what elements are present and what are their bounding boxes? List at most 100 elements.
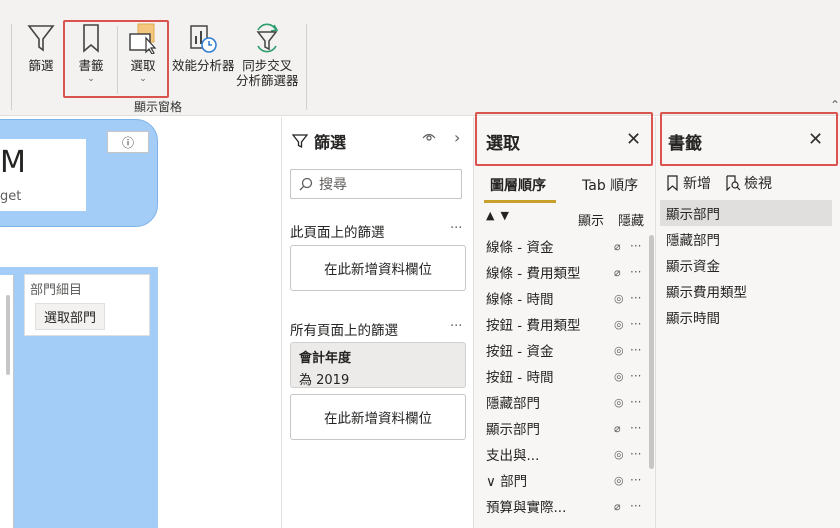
eye-icon[interactable]: ◎ [614, 292, 624, 305]
kpi-value: M [0, 145, 26, 180]
eye-icon[interactable]: ◎ [614, 318, 624, 331]
more-options-icon[interactable]: ··· [630, 473, 641, 487]
eye-icon[interactable]: ◎ [614, 474, 624, 487]
hide-all-button[interactable]: 隱藏 [618, 210, 644, 229]
list-item[interactable]: 線條 - 費用類型 ⌀ ··· [474, 259, 648, 285]
fiscal-year-filter-card[interactable]: 會計年度 為 2019 [290, 342, 466, 388]
select-department-button[interactable]: 選取部門 [35, 303, 106, 330]
info-icon: ⓘ [121, 135, 134, 150]
add-bookmark-button[interactable]: 新增 [666, 173, 711, 193]
chevron-down-icon: ⌄ [87, 74, 95, 84]
selection-pane-label: 選取 [130, 58, 156, 73]
tab-layer-order[interactable]: 圖層順序 [490, 175, 546, 195]
more-options-icon[interactable]: ··· [630, 499, 641, 513]
sync-slicers-icon [256, 23, 279, 53]
item-label: 按鈕 - 時間 [486, 370, 554, 386]
bookmark-item[interactable]: 顯示費用類型 [660, 278, 832, 304]
list-item[interactable]: 顯示部門 ⌀ ··· [474, 415, 648, 441]
item-label: 支出與... [486, 448, 540, 464]
item-label: 線條 - 資金 [486, 240, 554, 256]
more-options-icon[interactable]: ··· [630, 369, 641, 383]
filter-search-input[interactable]: 搜尋 [290, 169, 462, 199]
list-item[interactable]: 隱藏部門 ◎ ··· [474, 389, 648, 415]
slicer-title: 部門細目 [30, 283, 83, 298]
list-item[interactable]: 預算與實際... ⌀ ··· [474, 493, 648, 519]
tab-tab-order[interactable]: Tab 順序 [582, 175, 638, 195]
eye-icon[interactable] [422, 131, 436, 146]
bookmark-pane-button[interactable]: 書籤 ⌄ [76, 22, 106, 84]
bookmark-item[interactable]: 顯示資金 [660, 252, 832, 278]
item-label: 顯示部門 [486, 422, 540, 438]
eye-slash-icon[interactable]: ⌀ [614, 266, 621, 279]
selection-icon [129, 23, 157, 54]
report-canvas: M get ⓘ 部門細目 選取部門 [0, 117, 282, 528]
close-icon[interactable]: ✕ [808, 129, 823, 150]
scrollbar[interactable] [6, 295, 10, 375]
collapse-ribbon-icon[interactable]: ⌃ [830, 98, 840, 112]
eye-icon[interactable]: ◎ [614, 448, 624, 461]
list-item[interactable]: 線條 - 時間 ◎ ··· [474, 285, 648, 311]
more-options-icon[interactable]: ··· [630, 421, 641, 435]
performance-analyzer-label: 效能分析器 [172, 58, 235, 73]
show-all-button[interactable]: 顯示 [578, 210, 604, 229]
selection-pane-title: 選取 [486, 134, 520, 154]
eye-slash-icon[interactable]: ⌀ [614, 240, 621, 253]
info-button[interactable]: ⓘ [107, 131, 149, 153]
list-item[interactable]: ∨ 部門 ◎ ··· [474, 467, 648, 493]
eye-slash-icon[interactable]: ⌀ [614, 422, 621, 435]
selection-pane-button[interactable]: 選取 ⌄ [126, 22, 160, 84]
scrollbar[interactable] [649, 235, 654, 469]
list-item[interactable]: 按鈕 - 費用類型 ◎ ··· [474, 311, 648, 337]
add-field-all-pages[interactable]: 在此新增資料欄位 [290, 394, 466, 440]
item-label: 按鈕 - 資金 [486, 344, 554, 360]
ribbon: 篩選 書籤 ⌄ 選取 ⌄ 效能分析器 同步交叉 分析篩選器 顯示窗格 ⌃ [0, 0, 840, 116]
eye-icon[interactable]: ◎ [614, 396, 624, 409]
performance-analyzer-button[interactable]: 效能分析器 [172, 22, 235, 73]
list-item[interactable]: 支出與... ◎ ··· [474, 441, 648, 467]
more-options-icon[interactable]: ··· [630, 447, 641, 461]
sync-slicers-button[interactable]: 同步交叉 分析篩選器 [236, 22, 299, 88]
ribbon-separator [11, 24, 12, 110]
bookmark-item[interactable]: 顯示部門 [660, 200, 832, 226]
bookmark-pane-label: 書籤 [78, 58, 104, 73]
more-options-icon[interactable]: ··· [630, 343, 641, 357]
eye-slash-icon[interactable]: ⌀ [614, 500, 621, 513]
filter-pane-button[interactable]: 篩選 [26, 22, 56, 73]
add-field-this-page[interactable]: 在此新增資料欄位 [290, 245, 466, 291]
eye-icon[interactable]: ◎ [614, 344, 624, 357]
more-options-icon[interactable]: ··· [630, 291, 641, 305]
more-options-icon[interactable]: ··· [450, 319, 462, 334]
close-icon[interactable]: ✕ [626, 129, 641, 150]
bookmark-pane-title: 書籤 [668, 134, 702, 154]
button-divider [117, 26, 118, 94]
item-label: ∨ 部門 [486, 474, 528, 490]
more-options-icon[interactable]: ··· [630, 317, 641, 331]
kpi-label: get [0, 189, 22, 204]
filter-pane: 篩選 › 搜尋 此頁面上的篩選 ··· 在此新增資料欄位 所有頁面上的篩選 ··… [282, 117, 474, 528]
search-icon [299, 177, 313, 191]
bookmark-pane: 書籤 ✕ 新增 檢視 顯示部門 隱藏部門 顯示資金 顯示費用類型 顯示時間 [656, 117, 840, 528]
filter-pane-header: 篩選 [292, 129, 346, 153]
more-options-icon[interactable]: ··· [630, 265, 641, 279]
filter-card-value: 為 2019 [299, 373, 350, 388]
more-options-icon[interactable]: ··· [630, 395, 641, 409]
item-label: 線條 - 費用類型 [486, 266, 581, 282]
all-pages-filters-label: 所有頁面上的篩選 [290, 323, 398, 339]
bookmark-item[interactable]: 隱藏部門 [660, 226, 832, 252]
more-options-icon[interactable]: ··· [630, 239, 641, 253]
eye-icon[interactable]: ◎ [614, 370, 624, 383]
list-item[interactable]: 按鈕 - 時間 ◎ ··· [474, 363, 648, 389]
bookmark-item[interactable]: 顯示時間 [660, 304, 832, 330]
list-item[interactable]: 按鈕 - 資金 ◎ ··· [474, 337, 648, 363]
list-item[interactable]: 線條 - 資金 ⌀ ··· [474, 233, 648, 259]
view-bookmark-button[interactable]: 檢視 [725, 173, 772, 193]
department-slicer[interactable]: 部門細目 選取部門 [24, 274, 150, 336]
more-options-icon[interactable]: ··· [450, 221, 462, 236]
sync-slicers-label-line1: 同步交叉 [242, 58, 293, 73]
scroll-panel [0, 275, 14, 528]
search-placeholder: 搜尋 [319, 177, 347, 193]
reorder-arrows-icon[interactable]: ▲▼ [486, 209, 515, 222]
bookmark-add-icon [667, 175, 678, 191]
selection-list: 線條 - 資金 ⌀ ··· 線條 - 費用類型 ⌀ ··· 線條 - 時間 ◎ ··· 按鈕… [474, 233, 648, 519]
chevron-right-icon[interactable]: › [454, 128, 460, 147]
